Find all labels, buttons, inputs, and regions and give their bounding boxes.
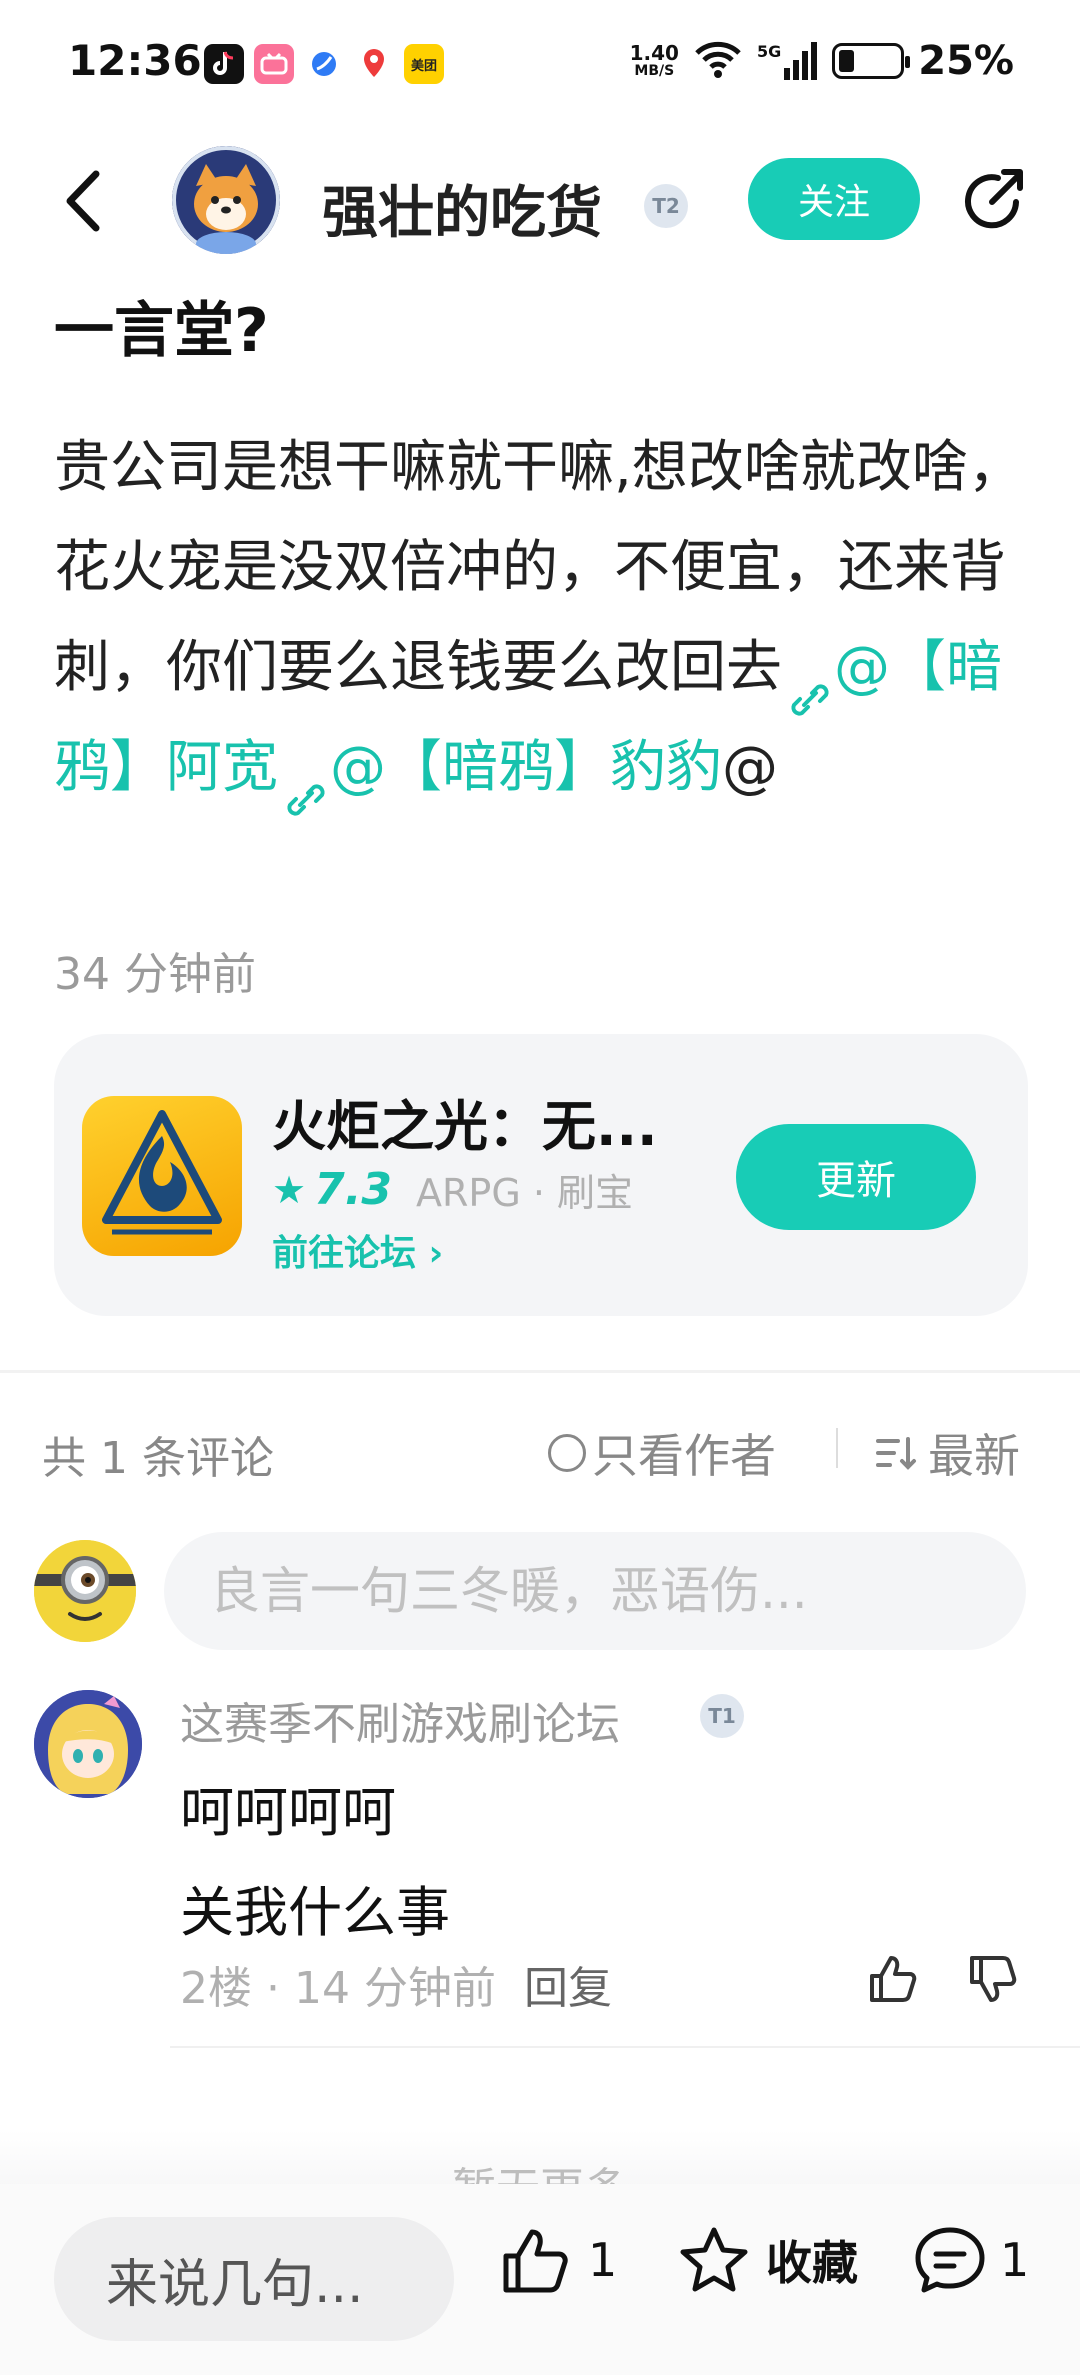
post-body: 贵公司是想干嘛就干嘛,想改啥就改啥，花火宠是没双倍冲的，不便宜，还来背刺，你们要… [54,418,1044,818]
update-button[interactable]: 更新 [736,1124,976,1230]
radio-circle-icon [548,1434,586,1472]
game-tags: ARPG · 刷宝 [416,1171,634,1215]
back-button[interactable] [56,166,116,236]
link-icon [782,651,834,716]
notification-icons: 美团 [204,44,444,84]
comment-input[interactable] [164,1532,1026,1650]
comment-text-line: 呵呵呵呵 [180,1781,396,1844]
tiktok-icon [204,44,244,84]
game-app-icon [82,1096,242,1256]
follow-button[interactable]: 关注 [748,158,920,240]
battery-icon [832,43,911,79]
link-icon [278,751,330,816]
mention-link[interactable]: @【暗鸦】豹豹 [330,735,722,800]
comment-button[interactable]: 1 [912,2224,1029,2296]
no-more-text: 暂无更多 [0,2150,1080,2184]
shiba-dog-icon [172,146,280,254]
anime-girl-icon [34,1690,142,1798]
commenter-avatar[interactable] [34,1690,142,1798]
game-meta: ★ 7.3 ARPG · 刷宝 [272,1162,633,1217]
game-card[interactable]: 火炬之光：无... ★ 7.3 ARPG · 刷宝 前往论坛 › 更新 [54,1034,1028,1316]
commenter-name[interactable]: 这赛季不刷游戏刷论坛 [180,1688,620,1752]
sort-button[interactable]: 最新 [874,1420,1020,1486]
post-time: 34 分钟前 [54,949,256,1000]
map-pin-icon [354,44,394,84]
post-header: 强壮的吃货 T2 关注 [0,130,1080,270]
thumbs-down-icon [970,1956,1017,2002]
favorite-label: 收藏 [766,2236,858,2290]
wifi-icon [693,39,743,83]
game-rating: 7.3 [314,1164,393,1215]
status-time: 12:36 [68,36,202,85]
share-button[interactable] [958,164,1030,236]
minion-icon [34,1540,136,1642]
status-right: 1.40 MB/S 5G 25% [630,38,1014,84]
my-avatar [34,1540,136,1642]
level-badge: T2 [644,184,688,228]
comment-bubble-icon [915,2227,985,2293]
reply-button[interactable]: 回复 [524,1952,612,2016]
reply-input[interactable]: 来说几句... [54,2217,454,2341]
meituan-icon: 美团 [404,44,444,84]
game-name[interactable]: 火炬之光：无... [272,1082,658,1161]
star-outline-icon [680,2227,748,2292]
network-speed: 1.40 MB/S [629,41,679,79]
post-title: 一言堂? [54,296,269,366]
comment-like-button[interactable] [866,1952,920,2006]
star-icon: ★ [272,1167,307,1212]
comment-divider [170,2046,1080,2048]
comment-meta: 2楼 · 14 分钟前 回复 [180,1952,612,2016]
comments-count: 共 1 条评论 [42,1433,274,1484]
post-like-button[interactable]: 1 [500,2224,617,2296]
comment-time: · 14 分钟前 [266,1963,496,2014]
section-divider [0,1370,1080,1373]
author-name[interactable]: 强壮的吃货 [322,168,602,249]
torch-flame-icon [102,1110,222,1235]
chevron-left-icon [66,170,100,232]
sort-icon [876,1437,916,1470]
goto-forum-link[interactable]: 前往论坛 › [272,1224,443,1276]
post-detail-page: 12:36 美团 1.40 MB/S 5G 25% 强壮的吃货 T2 关注 一言… [0,0,1080,2375]
author-only-label: 只看作者 [592,1429,776,1483]
sort-label: 最新 [928,1429,1020,1483]
comment-floor: 2楼 [180,1963,252,2014]
author-only-toggle[interactable]: 只看作者 [548,1420,776,1486]
post-trailing-at: @ [722,735,778,800]
like-count: 1 [588,2233,618,2287]
thumbs-up-icon [503,2229,568,2293]
comment-count: 1 [1000,2233,1030,2287]
level-badge: T1 [700,1694,744,1738]
browser-icon [304,44,344,84]
author-avatar[interactable] [172,146,280,254]
bottom-action-bar: 来说几句... 1 收藏 1 [0,2184,1080,2375]
vertical-separator [836,1428,838,1468]
comment-text-line: 关我什么事 [180,1881,450,1944]
thumbs-up-icon [870,1956,917,2002]
status-bar: 12:36 美团 1.40 MB/S 5G 25% [0,0,1080,130]
bilibili-icon [254,44,294,84]
battery-percent: 25% [918,38,1014,84]
comment-dislike-button[interactable] [966,1952,1020,2006]
cellular-signal-icon: 5G [757,42,818,80]
share-icon [965,169,1023,229]
favorite-button[interactable]: 收藏 [676,2224,858,2296]
